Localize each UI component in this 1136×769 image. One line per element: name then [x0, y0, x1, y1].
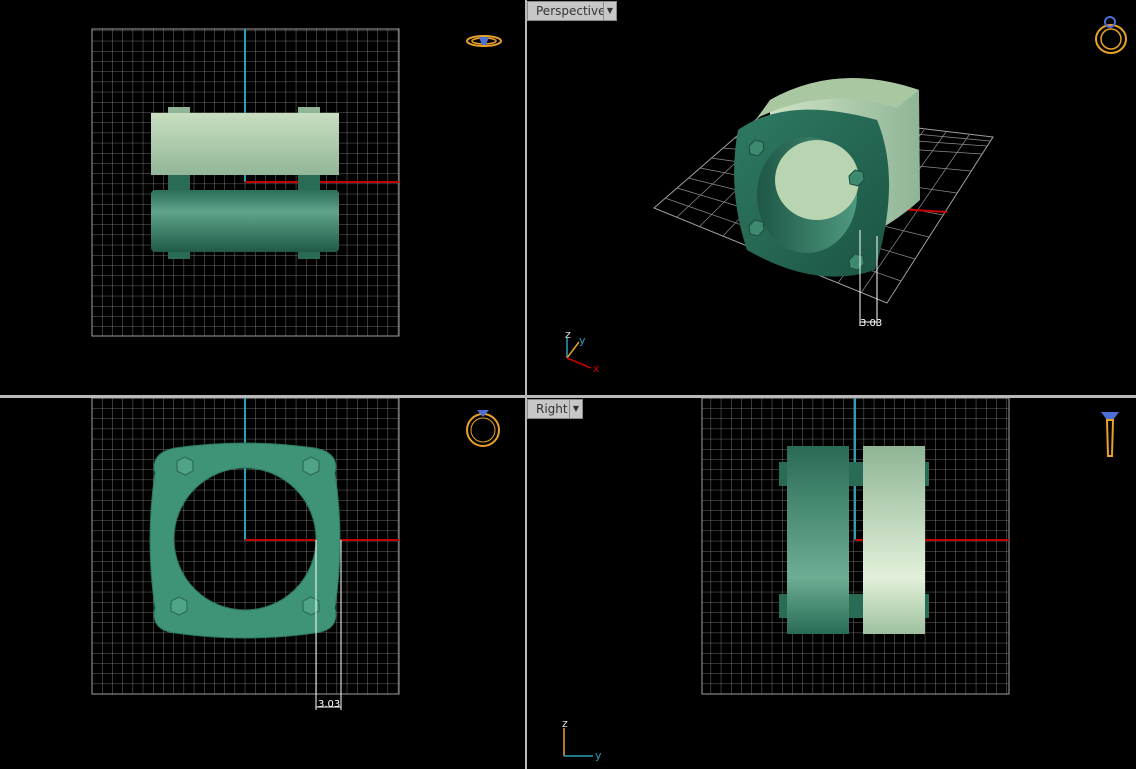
axis-indicator: z y x — [565, 328, 600, 375]
viewport-right[interactable]: Right ▼ z y — [527, 398, 1136, 769]
ring-top-view-icon[interactable] — [466, 35, 502, 47]
top-view-canvas[interactable] — [0, 0, 525, 395]
dimension-label: 3.03 — [860, 318, 882, 329]
ring-band-light — [151, 113, 339, 175]
viewport-divider-horizontal[interactable] — [0, 395, 1136, 398]
svg-text:z: z — [562, 717, 568, 730]
axis-indicator: z y — [562, 717, 602, 762]
front-view-canvas[interactable]: 3.03 — [0, 398, 525, 769]
ring-band-dark — [787, 446, 849, 634]
ring-band-dark — [151, 190, 339, 252]
ring-band-light — [863, 446, 925, 634]
ring-perspective-icon[interactable] — [1095, 16, 1127, 54]
svg-text:y: y — [595, 749, 602, 762]
dimension-label: 3.03 — [318, 699, 340, 710]
ring-side-view-icon[interactable] — [1101, 412, 1119, 457]
perspective-view-canvas[interactable]: 3.03 z y x — [527, 0, 1136, 395]
ring-front-view-icon[interactable] — [466, 410, 500, 447]
viewport-front[interactable]: 3.03 — [0, 398, 525, 769]
ring-inner-back — [775, 140, 859, 220]
right-view-canvas[interactable]: z y — [527, 398, 1136, 769]
svg-text:x: x — [593, 362, 600, 375]
viewport-perspective[interactable]: Perspective ▼ 3.03 z y x — [527, 0, 1136, 395]
svg-text:z: z — [565, 328, 571, 341]
viewport-top[interactable] — [0, 0, 525, 395]
svg-text:y: y — [579, 334, 586, 347]
viewport-divider-vertical[interactable] — [525, 0, 527, 769]
